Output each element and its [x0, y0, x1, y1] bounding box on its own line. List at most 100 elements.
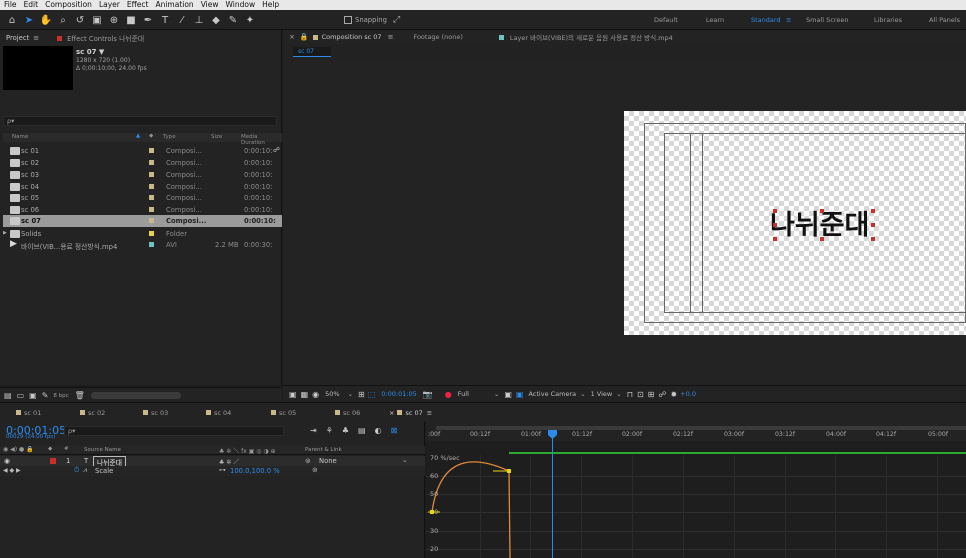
- tab-layer[interactable]: Layer 바이브(VIBE)의 새로운 음원 사용료 정산 방식.mp4: [510, 32, 673, 42]
- new-folder-icon[interactable]: ▭: [17, 391, 25, 400]
- viewer-subtab-sc07[interactable]: sc 07: [293, 47, 331, 57]
- close-icon[interactable]: ×: [289, 33, 295, 41]
- speed-graph[interactable]: [426, 441, 966, 558]
- workspace-libraries[interactable]: Libraries: [874, 16, 902, 24]
- project-item-sc05[interactable]: sc 05 Composi... 0:00:10:: [3, 192, 282, 204]
- pick-whip-icon[interactable]: ⊚: [305, 457, 311, 465]
- transform-handle[interactable]: [871, 237, 875, 241]
- view-layout-select[interactable]: 1 View: [591, 390, 613, 398]
- timeline-tab-sc06[interactable]: sc 06: [335, 409, 360, 417]
- eraser-tool-icon[interactable]: ◆: [209, 13, 223, 27]
- chevron-down-icon[interactable]: ⌄: [494, 390, 499, 398]
- timeline-tab-sc03[interactable]: sc 03: [143, 409, 168, 417]
- parent-select[interactable]: None: [319, 457, 337, 465]
- project-scrollbar[interactable]: [90, 392, 181, 399]
- column-name[interactable]: Name: [12, 134, 28, 140]
- timeline-tab-sc05[interactable]: sc 05: [271, 409, 296, 417]
- comp-mini-flowchart-icon[interactable]: ⇥: [310, 426, 317, 435]
- tab-footage[interactable]: Footage (none): [413, 33, 462, 41]
- menu-window[interactable]: Window: [226, 0, 256, 10]
- timeline-property-row[interactable]: ◀ ◆ ▶ ⏱ ⩘ Scale ⊶ 100.0,100.0 % ⊚: [0, 466, 425, 476]
- transform-handle[interactable]: [773, 223, 777, 227]
- home-icon[interactable]: ⌂: [5, 13, 19, 27]
- transform-handle[interactable]: [820, 237, 824, 241]
- transparency-grid-icon[interactable]: ▣: [504, 390, 512, 399]
- delete-icon[interactable]: 🗑: [75, 391, 85, 400]
- menu-edit[interactable]: Edit: [24, 0, 39, 10]
- fast-previews-icon[interactable]: ⊡: [637, 390, 644, 399]
- keyframe-nav-icon[interactable]: ◀ ◆ ▶: [3, 467, 21, 474]
- column-size[interactable]: Size: [211, 134, 222, 140]
- snapshot-icon[interactable]: 📷: [423, 390, 433, 399]
- property-value[interactable]: 100.0,100.0 %: [230, 467, 280, 475]
- zoom-select[interactable]: 50%: [325, 390, 339, 398]
- layer-label-color[interactable]: [50, 458, 56, 464]
- workspace-all-panels[interactable]: All Panels: [929, 16, 960, 24]
- exposure-icon[interactable]: ✹: [670, 390, 677, 399]
- type-tool-icon[interactable]: T: [158, 13, 172, 27]
- menu-effect[interactable]: Effect: [127, 0, 149, 10]
- rotate-tool-icon[interactable]: ↺: [73, 13, 87, 27]
- playhead-handle-icon[interactable]: [548, 430, 557, 439]
- zoom-tool-icon[interactable]: ⌕: [56, 13, 70, 27]
- bpc-toggle[interactable]: 8 bpc: [53, 393, 68, 399]
- keyframe-handle[interactable]: [430, 510, 434, 514]
- timeline-search-input[interactable]: ρ▾: [64, 426, 284, 436]
- graph-icon[interactable]: ⩘: [83, 466, 87, 475]
- menu-view[interactable]: View: [201, 0, 219, 10]
- transform-handle[interactable]: [871, 209, 875, 213]
- hand-tool-icon[interactable]: ✋: [39, 13, 53, 27]
- workspace-default[interactable]: Default: [654, 16, 678, 24]
- snapping-checkbox[interactable]: [344, 16, 352, 24]
- flowchart-icon[interactable]: ☍: [658, 390, 666, 399]
- lock-icon[interactable]: 🔒: [300, 33, 309, 41]
- project-item-sc01[interactable]: sc 01 Composi... 0:00:10: ☍: [3, 145, 282, 157]
- transform-handle[interactable]: [773, 237, 777, 241]
- color-channels-icon[interactable]: ●: [445, 390, 452, 399]
- menu-file[interactable]: File: [4, 0, 17, 10]
- column-source-name[interactable]: Source Name: [84, 447, 121, 453]
- workspace-learn[interactable]: Learn: [706, 16, 724, 24]
- project-item-sc02[interactable]: sc 02 Composi... 0:00:10:: [3, 157, 282, 169]
- graph-editor-icon[interactable]: ⊠: [391, 426, 398, 435]
- camera-tool-icon[interactable]: ▣: [90, 13, 104, 27]
- timeline-tab-sc01[interactable]: sc 01: [16, 409, 41, 417]
- pan-behind-tool-icon[interactable]: ⊕: [107, 13, 121, 27]
- timeline-tab-sc07[interactable]: × sc 07 ≡: [389, 409, 432, 417]
- panel-menu-icon[interactable]: ≡: [33, 34, 39, 42]
- rectangle-tool-icon[interactable]: ■: [124, 13, 138, 27]
- workspace-menu-icon[interactable]: ≡: [786, 16, 791, 24]
- panel-menu-icon[interactable]: ≡: [388, 33, 394, 41]
- project-item-footage[interactable]: ▶ 바이브(VIB...용료 정산방식.mp4 AVI 2.2 MB 0:00:30:: [3, 239, 282, 251]
- timeline-tab-sc04[interactable]: sc 04: [206, 409, 231, 417]
- exposure-value[interactable]: +0.0: [680, 390, 696, 398]
- fit-icon[interactable]: ⊞: [358, 390, 365, 399]
- grid-icon[interactable]: ▦: [301, 390, 309, 399]
- mask-icon[interactable]: ◉: [312, 390, 319, 399]
- interpret-footage-icon[interactable]: ▤: [4, 391, 12, 400]
- frame-blending-icon[interactable]: ▤: [358, 426, 366, 435]
- constrain-proportions-icon[interactable]: ⊶: [219, 466, 226, 474]
- keyframe-handle[interactable]: [507, 469, 511, 473]
- menu-composition[interactable]: Composition: [45, 0, 92, 10]
- selection-tool-icon[interactable]: ➤: [22, 13, 36, 27]
- draft-3d-icon[interactable]: ⚘: [326, 426, 333, 435]
- chevron-down-icon[interactable]: ⌄: [616, 390, 621, 398]
- disclosure-triangle-icon[interactable]: ▶: [3, 230, 7, 236]
- puppet-tool-icon[interactable]: ✦: [243, 13, 257, 27]
- chevron-down-icon[interactable]: ⌄: [580, 390, 585, 398]
- current-time-display[interactable]: 0:00:01:05: [381, 390, 417, 398]
- chevron-down-icon[interactable]: ⌄: [348, 390, 353, 398]
- column-type[interactable]: Type: [163, 134, 176, 140]
- layer-switches[interactable]: ♣ ✲ ／: [219, 457, 239, 466]
- tab-project[interactable]: Project: [6, 34, 29, 42]
- project-search-input[interactable]: ρ▾: [3, 116, 277, 126]
- work-area-bar[interactable]: [436, 426, 966, 430]
- speed-curve[interactable]: [431, 461, 511, 558]
- tab-effect-controls[interactable]: Effect Controls 나뉘준대: [67, 33, 144, 43]
- camera-select[interactable]: Active Camera: [528, 390, 576, 398]
- snap-options-icon[interactable]: ⤢: [393, 15, 400, 25]
- resolution-select[interactable]: Full: [458, 390, 469, 398]
- workspace-small-screen[interactable]: Small Screen: [806, 16, 848, 24]
- roto-brush-tool-icon[interactable]: ✎: [226, 13, 240, 27]
